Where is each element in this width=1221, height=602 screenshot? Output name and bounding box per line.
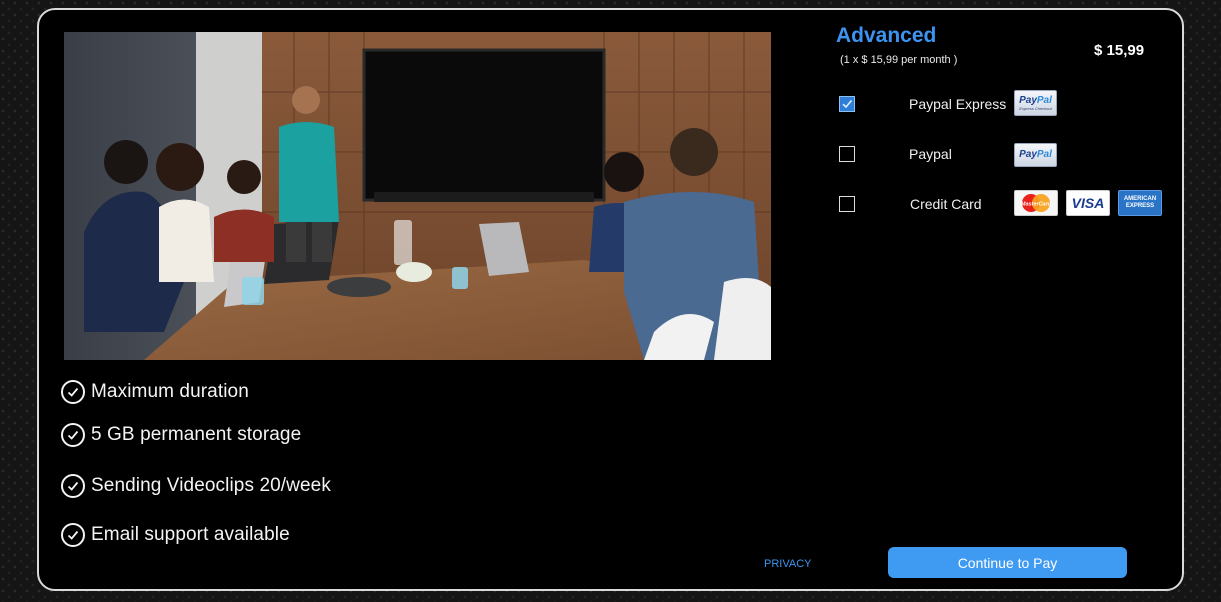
plan-subtitle: (1 x $ 15,99 per month )	[840, 54, 958, 66]
paypal-checkbox[interactable]	[839, 146, 855, 162]
mastercard-logo: MasterCard	[1014, 190, 1058, 216]
payment-option-paypal[interactable]: Paypal PayPal	[839, 143, 1169, 168]
payment-option-label: Paypal	[909, 146, 952, 162]
feature-item: Email support available	[61, 523, 290, 547]
plan-price: $ 15,99	[1094, 42, 1145, 59]
feature-label: Email support available	[91, 524, 290, 545]
feature-item: 5 GB permanent storage	[61, 423, 301, 447]
american-express-logo: AMERICAN EXPRESS	[1118, 190, 1162, 216]
check-circle-icon	[61, 380, 85, 404]
meeting-room-photo	[64, 32, 771, 360]
feature-label: 5 GB permanent storage	[91, 424, 302, 445]
payment-option-paypal-express[interactable]: Paypal Express PayPal Express Checkout	[839, 90, 1169, 118]
paypal-express-logo: PayPal Express Checkout	[1014, 90, 1057, 116]
visa-logo: VISA	[1066, 190, 1110, 216]
payment-option-credit-card[interactable]: Credit Card MasterCard VISA AMERICAN EXP…	[839, 190, 1169, 218]
feature-label: Maximum duration	[91, 381, 249, 402]
payment-option-label: Paypal Express	[909, 96, 1007, 112]
check-circle-icon	[61, 423, 85, 447]
paypal-logo: PayPal	[1014, 143, 1057, 167]
check-circle-icon	[61, 523, 85, 547]
payment-option-label: Credit Card	[910, 196, 982, 212]
continue-to-pay-button[interactable]: Continue to Pay	[888, 547, 1127, 578]
credit-card-checkbox[interactable]	[839, 196, 855, 212]
svg-text:MasterCard: MasterCard	[1021, 202, 1052, 208]
feature-label: Sending Videoclips 20/week	[91, 475, 331, 496]
privacy-link[interactable]: PRIVACY	[764, 558, 811, 570]
feature-item: Maximum duration	[61, 380, 249, 404]
feature-item: Sending Videoclips 20/week	[61, 474, 331, 498]
paypal-express-checkbox[interactable]	[839, 96, 855, 112]
check-circle-icon	[61, 474, 85, 498]
checkmark-icon	[842, 99, 853, 109]
plan-title: Advanced	[836, 24, 937, 47]
